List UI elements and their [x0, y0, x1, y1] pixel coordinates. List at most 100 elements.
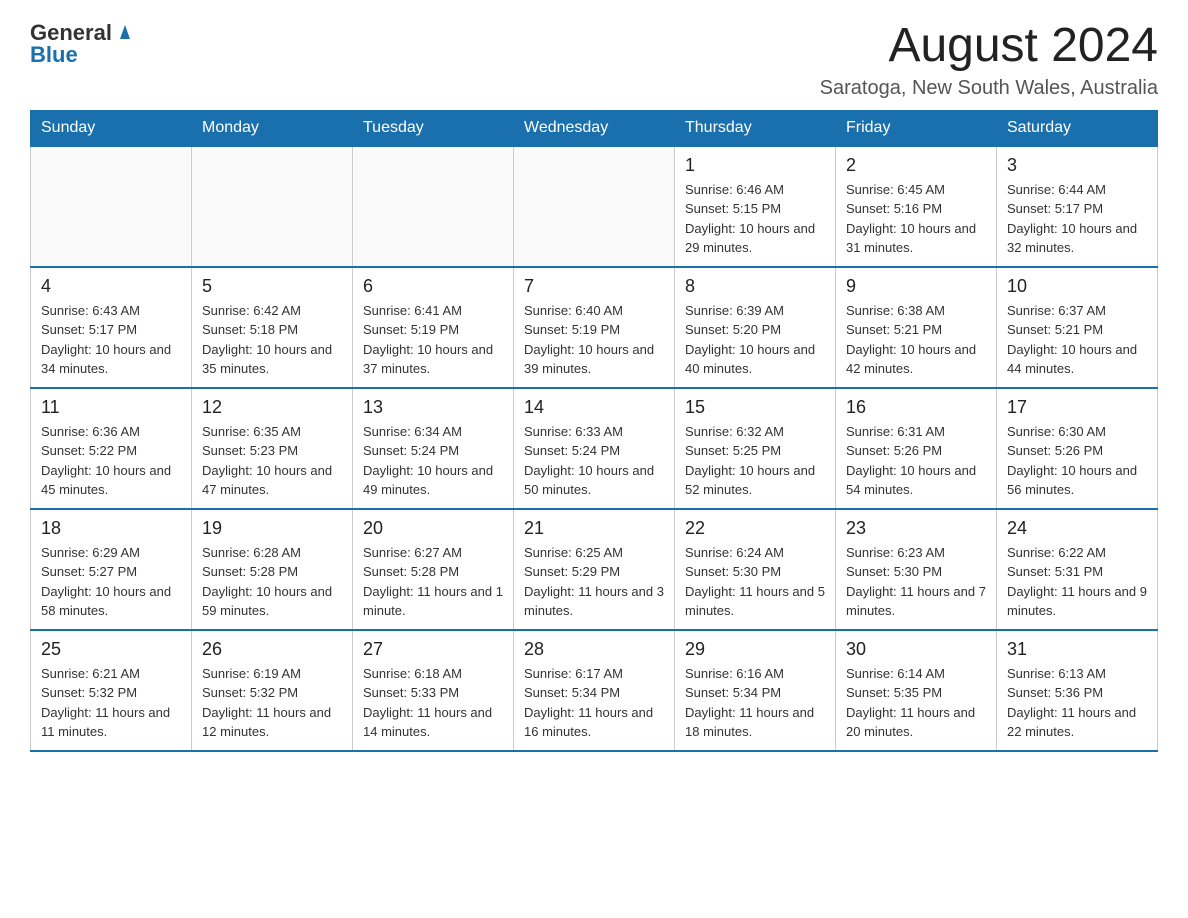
- calendar-cell: 14 Sunrise: 6:33 AM Sunset: 5:24 PM Dayli…: [514, 388, 675, 509]
- calendar-day-header: Monday: [192, 110, 353, 146]
- day-number: 8: [685, 276, 825, 297]
- day-info: Sunrise: 6:38 AM Sunset: 5:21 PM Dayligh…: [846, 301, 986, 379]
- day-info: Sunrise: 6:42 AM Sunset: 5:18 PM Dayligh…: [202, 301, 342, 379]
- day-info: Sunrise: 6:39 AM Sunset: 5:20 PM Dayligh…: [685, 301, 825, 379]
- calendar-cell: 23 Sunrise: 6:23 AM Sunset: 5:30 PM Dayli…: [836, 509, 997, 630]
- calendar-cell: 8 Sunrise: 6:39 AM Sunset: 5:20 PM Daylig…: [675, 267, 836, 388]
- calendar-cell: 9 Sunrise: 6:38 AM Sunset: 5:21 PM Daylig…: [836, 267, 997, 388]
- logo: General Blue: [30, 20, 136, 68]
- page-header: General Blue August 2024 Saratoga, New S…: [30, 20, 1158, 100]
- day-number: 14: [524, 397, 664, 418]
- day-info: Sunrise: 6:40 AM Sunset: 5:19 PM Dayligh…: [524, 301, 664, 379]
- day-number: 6: [363, 276, 503, 297]
- day-info: Sunrise: 6:37 AM Sunset: 5:21 PM Dayligh…: [1007, 301, 1147, 379]
- calendar-cell: 24 Sunrise: 6:22 AM Sunset: 5:31 PM Dayli…: [997, 509, 1158, 630]
- day-info: Sunrise: 6:31 AM Sunset: 5:26 PM Dayligh…: [846, 422, 986, 500]
- day-info: Sunrise: 6:19 AM Sunset: 5:32 PM Dayligh…: [202, 664, 342, 742]
- day-number: 16: [846, 397, 986, 418]
- day-info: Sunrise: 6:21 AM Sunset: 5:32 PM Dayligh…: [41, 664, 181, 742]
- day-info: Sunrise: 6:17 AM Sunset: 5:34 PM Dayligh…: [524, 664, 664, 742]
- day-number: 23: [846, 518, 986, 539]
- day-number: 20: [363, 518, 503, 539]
- day-number: 7: [524, 276, 664, 297]
- day-number: 31: [1007, 639, 1147, 660]
- day-number: 29: [685, 639, 825, 660]
- day-number: 30: [846, 639, 986, 660]
- title-block: August 2024 Saratoga, New South Wales, A…: [820, 20, 1158, 100]
- day-info: Sunrise: 6:28 AM Sunset: 5:28 PM Dayligh…: [202, 543, 342, 621]
- calendar-cell: 29 Sunrise: 6:16 AM Sunset: 5:34 PM Dayli…: [675, 630, 836, 751]
- calendar-week-row: 18Sunrise: 6:29 AM Sunset: 5:27 PM Dayli…: [31, 509, 1158, 630]
- calendar-cell: 2Sunrise: 6:45 AM Sunset: 5:16 PM Daylig…: [836, 146, 997, 267]
- day-info: Sunrise: 6:25 AM Sunset: 5:29 PM Dayligh…: [524, 543, 664, 621]
- calendar-cell: 1 Sunrise: 6:46 AM Sunset: 5:15 PM Daylig…: [675, 146, 836, 267]
- calendar-cell: 4 Sunrise: 6:43 AM Sunset: 5:17 PM Daylig…: [31, 267, 192, 388]
- day-info: Sunrise: 6:27 AM Sunset: 5:28 PM Dayligh…: [363, 543, 503, 621]
- day-number: 25: [41, 639, 181, 660]
- day-info: Sunrise: 6:44 AM Sunset: 5:17 PM Dayligh…: [1007, 180, 1147, 258]
- calendar-cell: 10 Sunrise: 6:37 AM Sunset: 5:21 PM Dayli…: [997, 267, 1158, 388]
- calendar-day-header: Wednesday: [514, 110, 675, 146]
- calendar-day-header: Sunday: [31, 110, 192, 146]
- day-number: 21: [524, 518, 664, 539]
- calendar-table: SundayMondayTuesdayWednesdayThursdayFrid…: [30, 110, 1158, 752]
- day-info: Sunrise: 6:14 AM Sunset: 5:35 PM Dayligh…: [846, 664, 986, 742]
- calendar-cell: [353, 146, 514, 267]
- calendar-cell: [192, 146, 353, 267]
- calendar-cell: 16 Sunrise: 6:31 AM Sunset: 5:26 PM Dayli…: [836, 388, 997, 509]
- day-info: Sunrise: 6:33 AM Sunset: 5:24 PM Dayligh…: [524, 422, 664, 500]
- day-number: 13: [363, 397, 503, 418]
- day-number: 17: [1007, 397, 1147, 418]
- day-number: 28: [524, 639, 664, 660]
- day-number: 15: [685, 397, 825, 418]
- calendar-day-header: Friday: [836, 110, 997, 146]
- calendar-week-row: 25 Sunrise: 6:21 AM Sunset: 5:32 PM Dayli…: [31, 630, 1158, 751]
- calendar-cell: 20 Sunrise: 6:27 AM Sunset: 5:28 PM Dayli…: [353, 509, 514, 630]
- calendar-day-header: Tuesday: [353, 110, 514, 146]
- day-number: 18: [41, 518, 181, 539]
- calendar-cell: [514, 146, 675, 267]
- calendar-cell: 27 Sunrise: 6:18 AM Sunset: 5:33 PM Dayli…: [353, 630, 514, 751]
- day-number: 26: [202, 639, 342, 660]
- calendar-cell: 25 Sunrise: 6:21 AM Sunset: 5:32 PM Dayli…: [31, 630, 192, 751]
- day-number: 4: [41, 276, 181, 297]
- day-info: Sunrise: 6:46 AM Sunset: 5:15 PM Dayligh…: [685, 180, 825, 258]
- day-number: 12: [202, 397, 342, 418]
- calendar-cell: 18Sunrise: 6:29 AM Sunset: 5:27 PM Dayli…: [31, 509, 192, 630]
- day-info: Sunrise: 6:23 AM Sunset: 5:30 PM Dayligh…: [846, 543, 986, 621]
- logo-blue-text: Blue: [30, 42, 78, 68]
- day-info: Sunrise: 6:24 AM Sunset: 5:30 PM Dayligh…: [685, 543, 825, 621]
- calendar-week-row: 11Sunrise: 6:36 AM Sunset: 5:22 PM Dayli…: [31, 388, 1158, 509]
- calendar-cell: 6 Sunrise: 6:41 AM Sunset: 5:19 PM Daylig…: [353, 267, 514, 388]
- calendar-cell: 26 Sunrise: 6:19 AM Sunset: 5:32 PM Dayli…: [192, 630, 353, 751]
- day-number: 2: [846, 155, 986, 176]
- calendar-cell: 22Sunrise: 6:24 AM Sunset: 5:30 PM Dayli…: [675, 509, 836, 630]
- day-info: Sunrise: 6:32 AM Sunset: 5:25 PM Dayligh…: [685, 422, 825, 500]
- day-number: 11: [41, 397, 181, 418]
- day-info: Sunrise: 6:41 AM Sunset: 5:19 PM Dayligh…: [363, 301, 503, 379]
- calendar-cell: 19Sunrise: 6:28 AM Sunset: 5:28 PM Dayli…: [192, 509, 353, 630]
- day-info: Sunrise: 6:30 AM Sunset: 5:26 PM Dayligh…: [1007, 422, 1147, 500]
- calendar-cell: 21 Sunrise: 6:25 AM Sunset: 5:29 PM Dayli…: [514, 509, 675, 630]
- day-number: 1: [685, 155, 825, 176]
- logo-triangle-icon: [114, 21, 136, 43]
- day-number: 9: [846, 276, 986, 297]
- calendar-cell: 5Sunrise: 6:42 AM Sunset: 5:18 PM Daylig…: [192, 267, 353, 388]
- calendar-cell: 31Sunrise: 6:13 AM Sunset: 5:36 PM Dayli…: [997, 630, 1158, 751]
- day-info: Sunrise: 6:16 AM Sunset: 5:34 PM Dayligh…: [685, 664, 825, 742]
- month-title: August 2024: [820, 20, 1158, 73]
- day-number: 27: [363, 639, 503, 660]
- day-info: Sunrise: 6:43 AM Sunset: 5:17 PM Dayligh…: [41, 301, 181, 379]
- day-info: Sunrise: 6:22 AM Sunset: 5:31 PM Dayligh…: [1007, 543, 1147, 621]
- day-info: Sunrise: 6:18 AM Sunset: 5:33 PM Dayligh…: [363, 664, 503, 742]
- calendar-header-row: SundayMondayTuesdayWednesdayThursdayFrid…: [31, 110, 1158, 146]
- day-info: Sunrise: 6:34 AM Sunset: 5:24 PM Dayligh…: [363, 422, 503, 500]
- day-number: 10: [1007, 276, 1147, 297]
- calendar-day-header: Saturday: [997, 110, 1158, 146]
- day-number: 24: [1007, 518, 1147, 539]
- calendar-cell: 3Sunrise: 6:44 AM Sunset: 5:17 PM Daylig…: [997, 146, 1158, 267]
- calendar-week-row: 1 Sunrise: 6:46 AM Sunset: 5:15 PM Daylig…: [31, 146, 1158, 267]
- calendar-cell: 11Sunrise: 6:36 AM Sunset: 5:22 PM Dayli…: [31, 388, 192, 509]
- calendar-cell: 12Sunrise: 6:35 AM Sunset: 5:23 PM Dayli…: [192, 388, 353, 509]
- location-title: Saratoga, New South Wales, Australia: [820, 77, 1158, 100]
